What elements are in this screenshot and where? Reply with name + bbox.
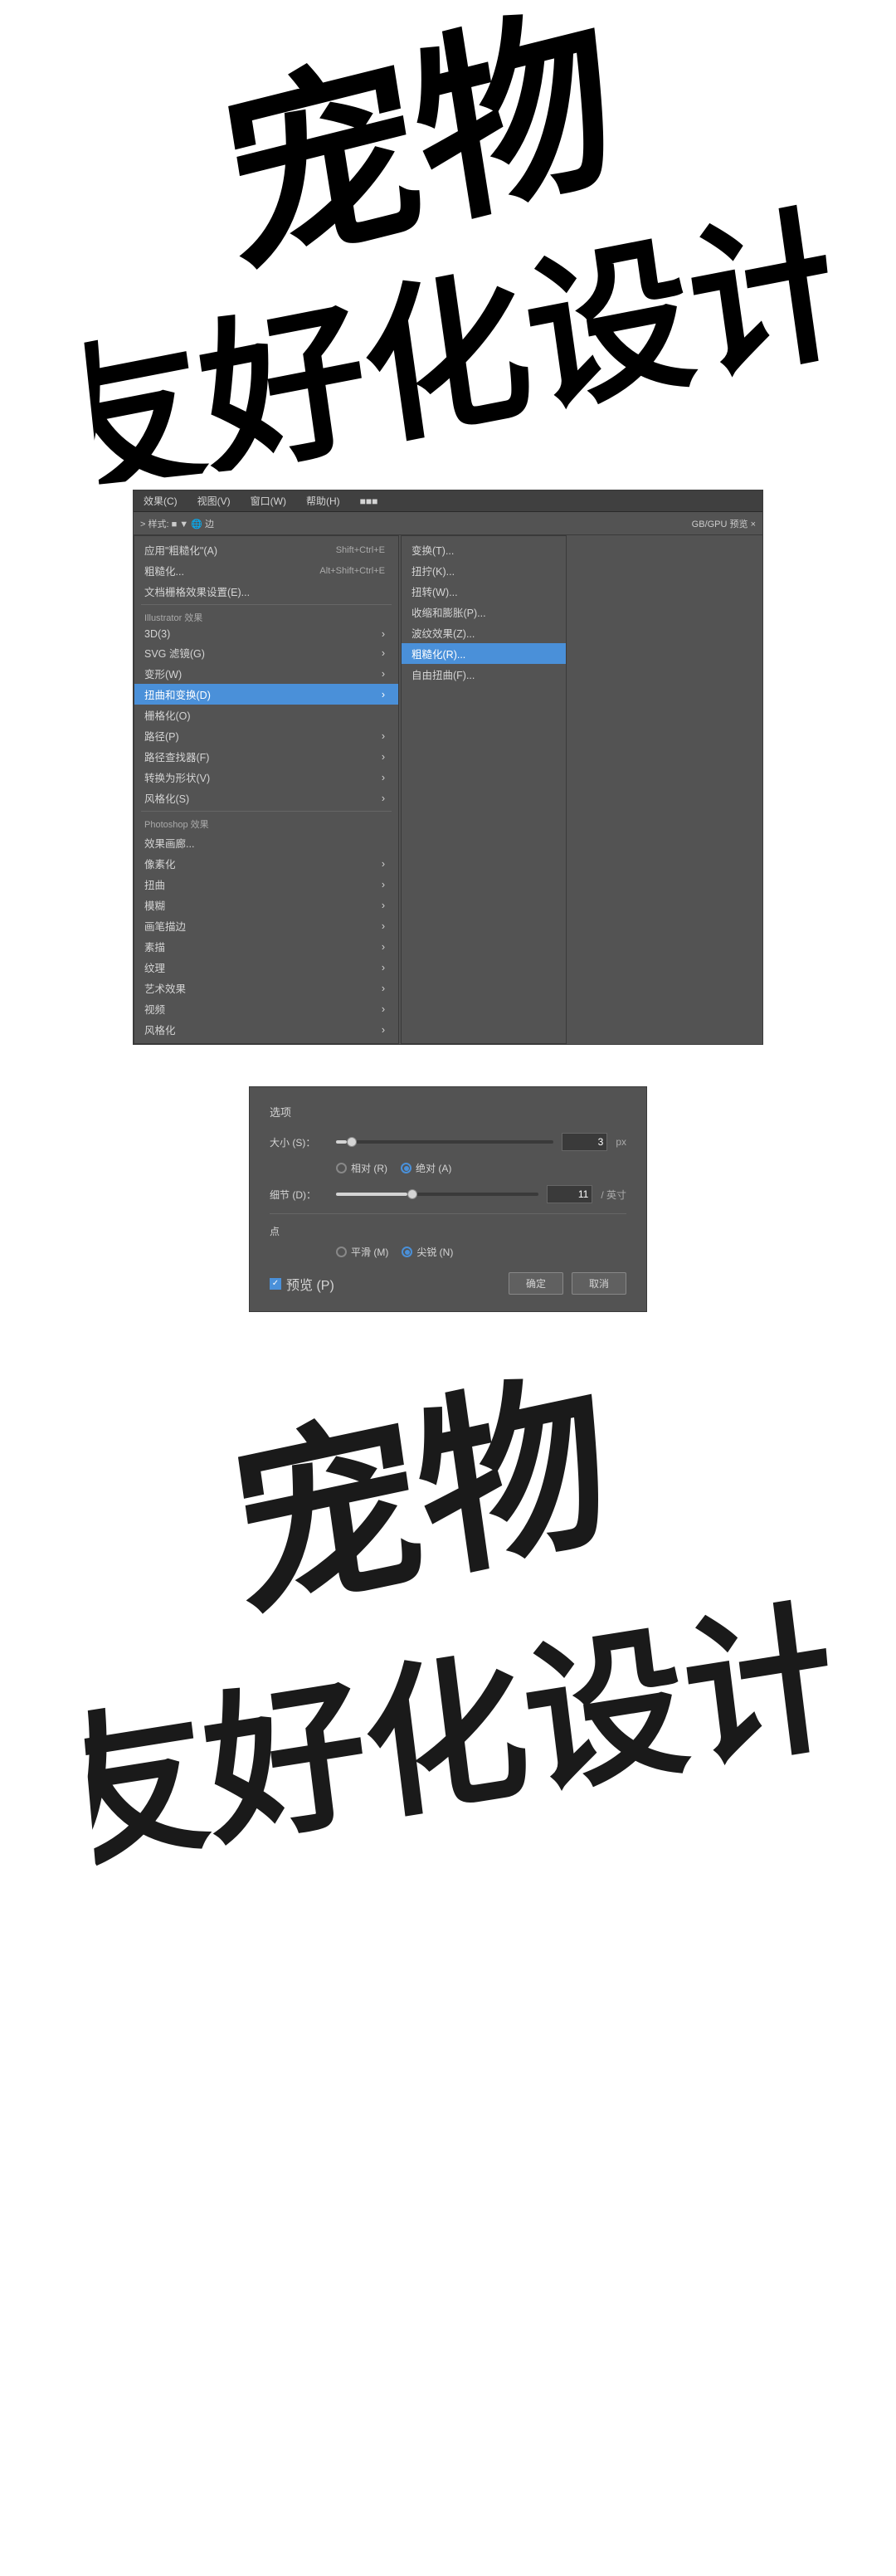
radio-smooth-label: 平滑 (M): [351, 1245, 388, 1259]
ps-dialog-section: 选项 大小 (S)： px 相对 (R) 绝对 (A) 细节 (D)：: [0, 1070, 896, 1329]
submenu-free-distort[interactable]: 自由扭曲(F)...: [402, 664, 566, 685]
submenu-zigzag[interactable]: 波纹效果(Z)...: [402, 622, 566, 643]
ps-dropdown-menu[interactable]: 应用"粗糙化"(A) Shift+Ctrl+E 粗糙化... Alt+Shift…: [134, 535, 399, 1044]
detail-slider-thumb[interactable]: [407, 1189, 417, 1199]
menu-brush-stroke[interactable]: 画笔描边 ›: [134, 915, 398, 936]
ps-submenu-distort[interactable]: 变换(T)... 扭拧(K)... 扭转(W)... 收缩和膨胀(P)... 波…: [401, 535, 567, 1044]
section-photoshop: Photoshop 效果: [134, 814, 398, 832]
menu-apply-roughen[interactable]: 应用"粗糙化"(A) Shift+Ctrl+E: [134, 539, 398, 560]
submenu-twirl[interactable]: 扭转(W)...: [402, 581, 566, 602]
menu-svg-filter[interactable]: SVG 滤镜(G) ›: [134, 642, 398, 663]
menu-video[interactable]: 视频 ›: [134, 998, 398, 1019]
radio-sharp-circle[interactable]: [402, 1247, 412, 1257]
point-section-label: 点: [270, 1224, 626, 1238]
ps-toolbar: > 样式: ■ ▼ 🌐 边 GB/GPU 预览 ×: [134, 512, 762, 535]
menu-item-view[interactable]: 视图(V): [194, 492, 234, 510]
ps-toolbar-label: > 样式: ■ ▼ 🌐 边: [140, 517, 214, 530]
preview-checkbox[interactable]: ✓: [270, 1278, 281, 1290]
dialog-title: 选项: [270, 1104, 626, 1120]
dialog-size-row: 大小 (S)： px: [270, 1133, 626, 1151]
top-calligraphy-svg: 宠物 友好化设计: [54, 0, 841, 484]
size-slider[interactable]: [336, 1140, 553, 1144]
radio-relative-circle[interactable]: [336, 1163, 347, 1173]
submenu-transform[interactable]: 变换(T)...: [402, 539, 566, 560]
menu-artistic[interactable]: 艺术效果 ›: [134, 978, 398, 998]
checkbox-check-icon: ✓: [272, 1279, 279, 1288]
detail-unit: / 英寸: [601, 1188, 626, 1202]
submenu-twist[interactable]: 扭拧(K)...: [402, 560, 566, 581]
submenu-pucker-bloat[interactable]: 收缩和膨胀(P)...: [402, 602, 566, 622]
submenu-roughen[interactable]: 粗糙化(R)...: [402, 643, 566, 664]
ps-tab-label[interactable]: GB/GPU 预览 ×: [692, 517, 756, 530]
ps-window: 效果(C) 视图(V) 窗口(W) 帮助(H) ■■■ > 样式: ■ ▼ 🌐 …: [133, 490, 763, 1045]
point-radio-group: 平滑 (M) 尖锐 (N): [336, 1245, 626, 1259]
radio-absolute-label: 绝对 (A): [416, 1161, 451, 1175]
detail-label: 细节 (D)：: [270, 1188, 328, 1202]
cancel-button[interactable]: 取消: [572, 1272, 626, 1295]
confirm-button[interactable]: 确定: [509, 1272, 563, 1295]
section-illustrator: Illustrator 效果: [134, 607, 398, 626]
radio-absolute[interactable]: 绝对 (A): [401, 1161, 451, 1175]
ps-content-area: 应用"粗糙化"(A) Shift+Ctrl+E 粗糙化... Alt+Shift…: [134, 535, 762, 1044]
preview-checkbox-area[interactable]: ✓ 预览 (P): [270, 1274, 334, 1294]
radio-sharp-label: 尖锐 (N): [416, 1245, 453, 1259]
dialog-btn-group: 确定 取消: [509, 1272, 626, 1295]
size-label: 大小 (S)：: [270, 1135, 328, 1149]
menu-distort[interactable]: 扭曲 ›: [134, 874, 398, 895]
menu-sketch[interactable]: 素描 ›: [134, 936, 398, 957]
bottom-line2-text: 友好化设计: [53, 1584, 842, 1891]
detail-input[interactable]: [547, 1185, 592, 1203]
size-radio-group: 相对 (R) 绝对 (A): [336, 1161, 626, 1175]
radio-sharp[interactable]: 尖锐 (N): [402, 1245, 453, 1259]
separator1: [141, 604, 392, 605]
menu-item-help[interactable]: 帮助(H): [303, 492, 343, 510]
menu-warp[interactable]: 变形(W) ›: [134, 663, 398, 684]
menu-roughen[interactable]: 粗糙化... Alt+Shift+Ctrl+E: [134, 560, 398, 581]
size-input[interactable]: [562, 1133, 607, 1151]
bottom-calligraphy-svg: 宠物 友好化设计: [53, 1320, 842, 1897]
menu-stylize-il[interactable]: 风格化(S) ›: [134, 788, 398, 808]
dialog-footer: ✓ 预览 (P) 确定 取消: [270, 1272, 626, 1295]
menu-effect-gallery[interactable]: 效果画廊...: [134, 832, 398, 853]
separator2: [141, 811, 392, 812]
menu-3d[interactable]: 3D(3) ›: [134, 626, 398, 642]
detail-slider-fill: [336, 1193, 407, 1196]
size-slider-thumb[interactable]: [347, 1137, 357, 1147]
menu-stylize-ps[interactable]: 风格化 ›: [134, 1019, 398, 1040]
radio-absolute-circle[interactable]: [401, 1163, 411, 1173]
menu-item-effect[interactable]: 效果(C): [140, 492, 181, 510]
detail-slider[interactable]: [336, 1193, 538, 1196]
bottom-art-section: 宠物 友好化设计: [0, 1329, 896, 1893]
menu-path[interactable]: 路径(P) ›: [134, 725, 398, 746]
menu-pathfinder[interactable]: 路径查找器(F) ›: [134, 746, 398, 767]
top-art-section: 宠物 友好化设计: [0, 0, 896, 465]
dialog-detail-row: 细节 (D)： / 英寸: [270, 1185, 626, 1203]
menu-item-window[interactable]: 窗口(W): [247, 492, 290, 510]
roughen-dialog: 选项 大小 (S)： px 相对 (R) 绝对 (A) 细节 (D)：: [249, 1086, 647, 1312]
menu-texture[interactable]: 纹理 ›: [134, 957, 398, 978]
menu-convert-shape[interactable]: 转换为形状(V) ›: [134, 767, 398, 788]
size-unit: px: [616, 1136, 626, 1148]
menu-blur[interactable]: 模糊 ›: [134, 895, 398, 915]
size-slider-fill: [336, 1140, 347, 1144]
preview-label: 预览 (P): [286, 1274, 334, 1294]
radio-smooth[interactable]: 平滑 (M): [336, 1245, 388, 1259]
menu-rasterize[interactable]: 栅格化(O): [134, 705, 398, 725]
radio-relative-label: 相对 (R): [351, 1161, 387, 1175]
ps-menu-bar[interactable]: 效果(C) 视图(V) 窗口(W) 帮助(H) ■■■: [134, 490, 762, 512]
menu-raster-settings[interactable]: 文档栅格效果设置(E)...: [134, 581, 398, 602]
bottom-line1-text: 宠物: [219, 1351, 622, 1642]
radio-relative[interactable]: 相对 (R): [336, 1161, 387, 1175]
menu-item-extra[interactable]: ■■■: [357, 494, 382, 509]
radio-smooth-circle[interactable]: [336, 1247, 347, 1257]
dialog-divider: [270, 1213, 626, 1214]
menu-pixelate[interactable]: 像素化 ›: [134, 853, 398, 874]
ps-ui-section: 效果(C) 视图(V) 窗口(W) 帮助(H) ■■■ > 样式: ■ ▼ 🌐 …: [0, 465, 896, 1070]
menu-distort-transform[interactable]: 扭曲和变换(D) ›: [134, 684, 398, 705]
